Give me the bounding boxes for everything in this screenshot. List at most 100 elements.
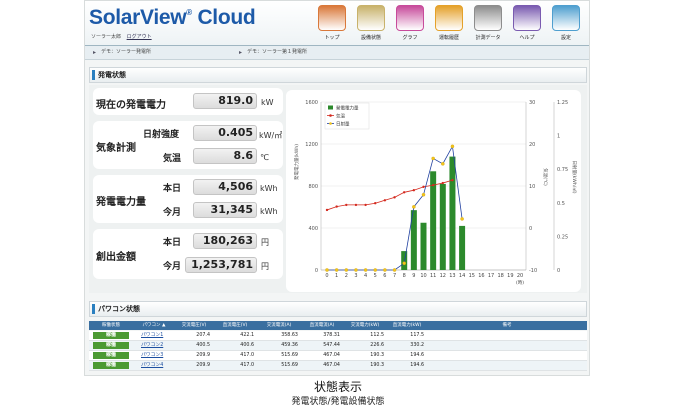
status-badge: 稼働: [93, 362, 129, 369]
nav-item-settings[interactable]: 設定: [548, 3, 584, 43]
column-header: 直流電力(kW): [392, 323, 422, 328]
current-power-value: 819.0: [218, 94, 253, 107]
table-row: 稼働 パワコン1 207.4 422.1 358.63 378.31 112.5 117.5: [89, 331, 587, 341]
x-tick-label: 10: [420, 273, 426, 279]
nav-item-log[interactable]: 運転履歴: [431, 3, 467, 43]
energy-month-value: 31,345: [210, 203, 253, 216]
table-cell: [427, 341, 584, 350]
irradiance-point: [431, 156, 435, 161]
status-badge: 稼働: [93, 352, 129, 359]
table-cell: 467.04: [323, 353, 340, 358]
y-axis-title: 発電電力量(kWh): [293, 144, 300, 180]
table-cell: 194.6: [410, 363, 424, 368]
nav-item-help[interactable]: ヘルプ: [509, 3, 545, 43]
nav-item-label: ヘルプ: [519, 35, 535, 41]
energy-label: 発電電力量: [96, 197, 146, 208]
table-row: 稼働 パワコン3 209.9 417.0 515.69 467.04 190.3 194.6: [89, 351, 587, 361]
column-header: 稼働状態: [102, 323, 120, 328]
weather-panel: 気象計測 日射強度 0.405 kW/㎡ 気温 8.6 ℃: [93, 121, 283, 169]
x-tick-label: 11: [430, 273, 436, 279]
column-header: 交流電流(A): [266, 323, 292, 328]
nav-item-panel[interactable]: 設備状態: [353, 3, 389, 43]
table-cell: 547.44: [323, 343, 340, 348]
money-panel: 創出金額 本日 180,263 円 今月 1,253,781 円: [93, 229, 283, 279]
x-tick-label: 4: [364, 273, 367, 279]
table-cell: 467.04: [323, 363, 340, 368]
x-tick-label: 7: [393, 273, 396, 279]
money-today-unit: 円: [261, 238, 269, 247]
temperature-point: [441, 181, 444, 185]
irradiance-label: 日射強度: [143, 130, 180, 140]
app-window: SolarView® Cloud ソーラー太郎 ログアウト トップ 設備状態 グラフ…: [84, 0, 590, 376]
pcs-link[interactable]: パワコン2: [141, 341, 163, 350]
temperature-point: [345, 203, 348, 207]
table-cell: 422.1: [240, 333, 254, 338]
temperature-point: [354, 203, 358, 207]
bar: [439, 183, 446, 270]
table-cell: 400.5: [196, 343, 210, 348]
table-cell: 209.9: [196, 363, 210, 368]
column-header: 交流電力(kW): [350, 323, 380, 328]
user-name: ソーラー太郎: [91, 34, 122, 40]
pcs-link[interactable]: パワコン3: [141, 351, 163, 360]
y-tick-label: 0: [315, 268, 318, 274]
nav-item-data[interactable]: 計測データ: [470, 3, 506, 43]
current-power-label: 現在の発電電力: [96, 100, 166, 111]
temperature-point: [335, 205, 338, 208]
table-cell: [427, 351, 584, 360]
nav-item-house[interactable]: トップ: [314, 3, 350, 43]
nav-item-label: トップ: [324, 35, 340, 41]
irradiance-unit: kW/㎡: [259, 131, 283, 140]
irradiance-point: [334, 268, 339, 272]
section-title: 発電状態: [89, 67, 587, 83]
y-axis-title: 日射量(kWh/㎡): [571, 161, 578, 194]
irradiance-point: [402, 261, 406, 266]
y-axis-title: 気温(℃): [542, 168, 549, 186]
pcs-link[interactable]: パワコン1: [141, 331, 163, 340]
money-today-value: 180,263: [202, 234, 253, 247]
nav-item-label: 設備状態: [360, 35, 381, 41]
nav-item-label: 運転履歴: [438, 35, 459, 41]
bar: [459, 225, 466, 270]
legend-swatch: [328, 105, 333, 110]
energy-today-unit: kWh: [260, 184, 278, 193]
x-tick-label: 6: [383, 273, 386, 279]
irradiance-point: [412, 205, 416, 209]
table-cell: 226.6: [370, 343, 384, 348]
irradiance-value: 0.405: [218, 126, 253, 139]
irradiance-point: [354, 268, 358, 272]
breadcrumb-item[interactable]: ▸ デモ：ソーラー第１発電所: [237, 48, 307, 57]
breadcrumb: ▸ デモ：ソーラー発電所 ▸ デモ：ソーラー第１発電所: [85, 46, 589, 60]
table-cell: 358.63: [281, 333, 298, 338]
status-badge: 稼働: [93, 342, 129, 349]
table-header: 稼働状態 パワコン ▲ 交流電圧(V) 直流電圧(V) 交流電流(A) 直流電流(A) 交流…: [89, 321, 587, 330]
main-nav: トップ 設備状態 グラフ 運転履歴 計測データ ヘルプ 設定: [312, 3, 589, 43]
irradiance-point: [383, 268, 387, 272]
table-cell: 515.69: [281, 363, 298, 368]
energy-today-label: 本日: [163, 184, 182, 194]
breadcrumb-item[interactable]: ▸ デモ：ソーラー発電所: [91, 48, 151, 57]
legend-label: 発電電力量: [336, 105, 359, 112]
nav-item-bar-graph[interactable]: グラフ: [392, 3, 428, 43]
column-header[interactable]: パワコン ▲: [133, 321, 175, 330]
column-header: 直流電圧(V): [222, 323, 248, 328]
logout-link[interactable]: ログアウト: [127, 34, 152, 40]
y-tick-label: 1.25: [557, 100, 568, 106]
x-tick-label: 16: [478, 273, 484, 279]
table-cell: 400.6: [240, 343, 254, 348]
current-power-panel: 現在の発電電力 819.0 kW: [93, 88, 283, 115]
x-tick-label: 13: [449, 273, 455, 279]
x-tick-label: 17: [488, 273, 494, 279]
house-icon: [318, 5, 346, 31]
login-info: ソーラー太郎 ログアウト: [91, 33, 152, 40]
x-tick-label: 0: [325, 273, 328, 279]
temperature-point: [325, 208, 329, 212]
table-cell: 378.31: [323, 333, 340, 338]
pcs-link[interactable]: パワコン4: [141, 361, 163, 370]
generation-chart: 0 400 800 1200 1600 -10 0 10 20 30 0 0.25 0.5 0.75 1 1.…: [286, 90, 581, 292]
legend-swatch-marker: [329, 122, 332, 125]
table-cell: 330.2: [410, 343, 424, 348]
y-tick-label: -10: [529, 268, 537, 274]
table-cell: 459.36: [281, 343, 298, 348]
y-tick-label: 1600: [305, 100, 318, 106]
